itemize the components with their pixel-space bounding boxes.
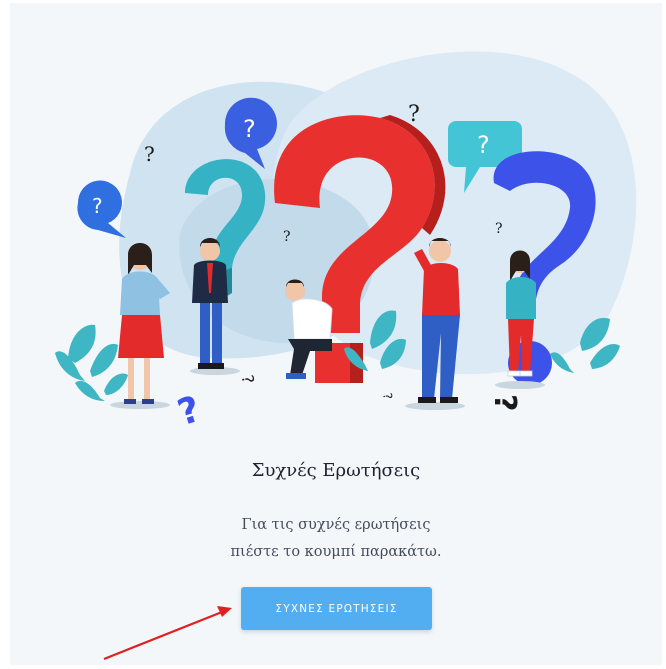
floor-question-mark-icon: ? bbox=[238, 373, 258, 385]
floor-shadow bbox=[110, 401, 170, 409]
small-question-mark-icon: ? bbox=[408, 102, 420, 127]
floor-shadow bbox=[495, 381, 545, 389]
faq-card: ? ? ? ? ? ? ? ? ? ? ? Συχνές Ερωτήσεις Γ… bbox=[10, 3, 662, 665]
faq-illustration: ? ? ? ? ? ? ? ? ? ? ? bbox=[55, 51, 637, 434]
floor-question-mark-icon: ? bbox=[380, 392, 395, 401]
blue-speech-bubble-icon: ? bbox=[77, 180, 126, 238]
faq-description-line-1: Για τις συχνές ερωτήσεις bbox=[241, 517, 431, 533]
svg-text:?: ? bbox=[477, 131, 490, 159]
page: ? ? ? ? ? ? ? ? ? ? ? Συχνές Ερωτήσεις Γ… bbox=[0, 0, 666, 669]
floor-question-mark-icon: ? bbox=[487, 394, 522, 411]
floor-question-mark-icon: ? bbox=[173, 389, 206, 434]
small-question-mark-icon: ? bbox=[495, 221, 503, 237]
faq-title: Συχνές Ερωτήσεις bbox=[251, 460, 421, 481]
small-question-mark-icon: ? bbox=[144, 142, 155, 166]
svg-text:?: ? bbox=[92, 194, 103, 218]
faq-description: Για τις συχνές ερωτήσεις πιέστε το κουμπ… bbox=[10, 512, 662, 566]
faq-button[interactable]: ΣΥΧΝΕΣ ΕΡΩΤΗΣΕΙΣ bbox=[241, 587, 432, 630]
plant-left-icon bbox=[55, 324, 128, 401]
faq-description-line-2: πιέστε το κουμπί παρακάτω. bbox=[230, 544, 442, 560]
svg-text:?: ? bbox=[243, 115, 256, 143]
floor-shadow bbox=[405, 402, 465, 410]
small-question-mark-icon: ? bbox=[283, 229, 291, 245]
